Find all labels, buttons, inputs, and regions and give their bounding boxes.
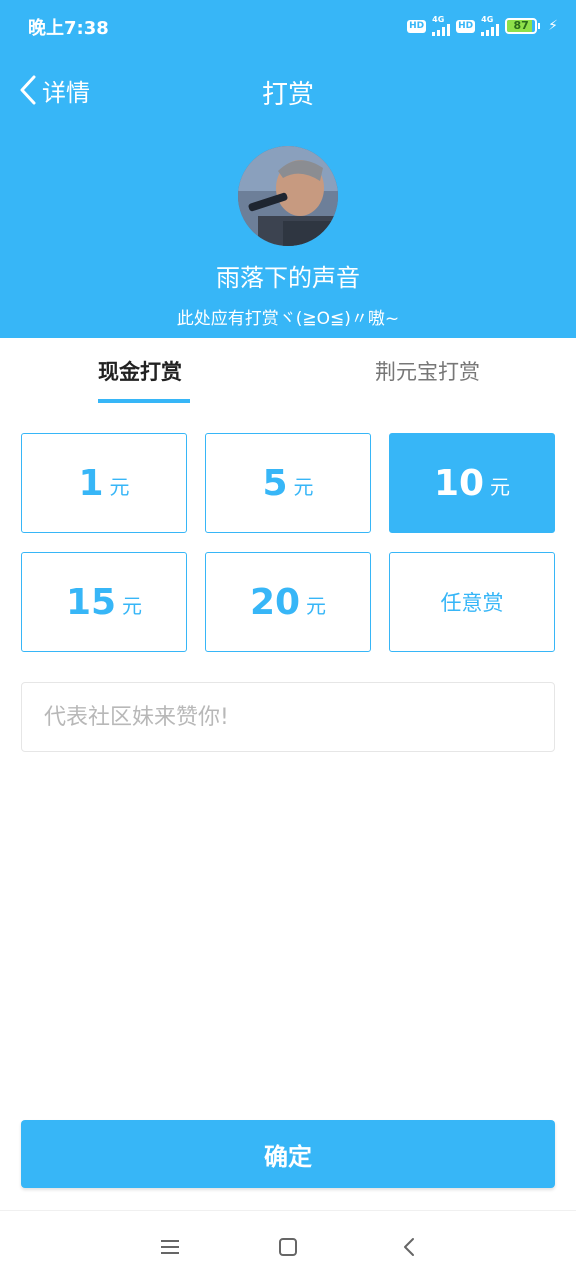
- reward-subtitle: 此处应有打赏ヾ(≧O≦)〃嗷~: [176, 309, 400, 329]
- avatar[interactable]: [238, 146, 338, 246]
- page-title: 打赏: [261, 80, 314, 110]
- network-type-label: 4G: [432, 15, 445, 24]
- amount-option-custom[interactable]: 任意赏: [389, 552, 555, 652]
- username: 雨落下的声音: [216, 264, 360, 292]
- message-field-container: [21, 682, 555, 752]
- status-time: 晚上7:38: [28, 18, 109, 39]
- battery-level: 87: [513, 19, 529, 32]
- amount-value: 5: [262, 462, 288, 504]
- amount-option-10[interactable]: 10 元: [389, 433, 555, 533]
- amount-value: 10: [433, 462, 485, 504]
- confirm-button[interactable]: 确定: [21, 1120, 555, 1188]
- amount-option-15[interactable]: 15 元: [21, 552, 187, 652]
- amount-unit: 元: [490, 474, 511, 499]
- amount-grid: 1 元 5 元 10 元 15 元 20 元 任意赏: [21, 433, 555, 653]
- amount-unit: 元: [122, 593, 143, 618]
- active-tab-indicator: [98, 399, 190, 403]
- amount-option-5[interactable]: 5 元: [205, 433, 371, 533]
- tab-cash-reward[interactable]: 现金打赏: [98, 356, 182, 386]
- amount-unit: 元: [306, 593, 327, 618]
- hd-icon: HD: [407, 19, 427, 33]
- header-banner: 晚上7:38 HD 4G HD 4G 87 ⚡ 详情 打赏 雨落下的声音 此处应…: [0, 0, 576, 338]
- signal-icon: 4G: [432, 15, 451, 36]
- amount-value: 15: [65, 581, 117, 623]
- menu-icon[interactable]: [158, 1235, 182, 1259]
- amount-unit: 元: [109, 474, 130, 499]
- status-bar: 晚上7:38 HD 4G HD 4G 87 ⚡: [0, 0, 576, 52]
- charging-icon: ⚡: [548, 18, 558, 34]
- hd-icon-2: HD: [456, 19, 476, 33]
- amount-value: 20: [249, 581, 301, 623]
- tab-coin-reward[interactable]: 荆元宝打赏: [375, 356, 480, 386]
- amount-value: 1: [78, 462, 104, 504]
- avatar-photo: [238, 146, 338, 246]
- signal-icon-2: 4G: [481, 15, 500, 36]
- amount-unit: 元: [293, 474, 314, 499]
- amount-option-1[interactable]: 1 元: [21, 433, 187, 533]
- status-icons: HD 4G HD 4G 87 ⚡: [407, 14, 558, 38]
- system-navigation-bar: [0, 1210, 576, 1280]
- custom-amount-label: 任意赏: [440, 591, 504, 615]
- battery-icon: 87: [505, 18, 541, 34]
- back-nav-icon[interactable]: [398, 1235, 422, 1259]
- message-input[interactable]: [22, 683, 554, 751]
- home-icon[interactable]: [276, 1235, 300, 1259]
- reward-tabs: 现金打赏 荆元宝打赏: [0, 338, 576, 404]
- amount-option-20[interactable]: 20 元: [205, 552, 371, 652]
- network-type-label-2: 4G: [481, 15, 494, 24]
